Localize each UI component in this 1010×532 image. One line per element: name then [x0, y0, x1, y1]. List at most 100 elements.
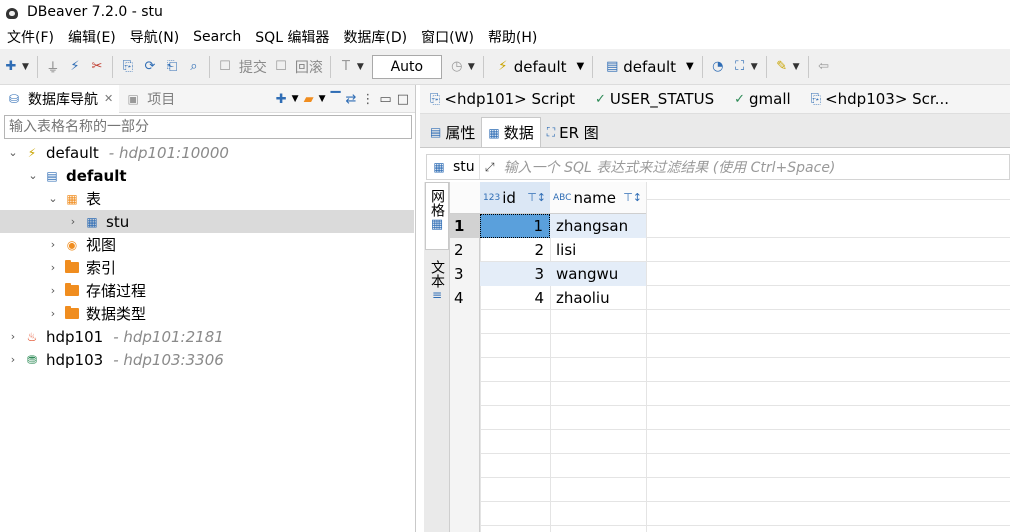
- menu-edit[interactable]: 编辑(E): [61, 27, 123, 47]
- chevron-right-icon[interactable]: ›: [66, 215, 80, 228]
- new-folder-icon[interactable]: ▰: [304, 92, 314, 107]
- schema-selector[interactable]: ▤ default ▼: [601, 56, 694, 78]
- tree-item-label: default: [46, 143, 99, 162]
- new-connection-icon[interactable]: ✚: [276, 92, 287, 107]
- chevron-right-icon[interactable]: ›: [46, 261, 60, 274]
- tree-item-conn-hdp103[interactable]: › ⛃ hdp103 - hdp103:3306: [0, 348, 414, 371]
- tools-icon[interactable]: ✎: [771, 56, 793, 78]
- rollback-icon[interactable]: ☐: [270, 56, 292, 78]
- commit-button[interactable]: 提交: [239, 57, 267, 77]
- row-number[interactable]: 2: [450, 238, 480, 262]
- chevron-right-icon[interactable]: ›: [46, 238, 60, 251]
- rollback-button[interactable]: 回滚: [295, 57, 323, 77]
- tree-item-table-stu[interactable]: › ▦ stu: [0, 210, 414, 233]
- connect-icon[interactable]: ⚡: [64, 56, 86, 78]
- new-connection-dropdown-icon[interactable]: ▼: [292, 94, 299, 104]
- tab-properties[interactable]: ▤ 属性: [424, 117, 481, 147]
- new-connection-icon[interactable]: ✚: [0, 56, 22, 78]
- chevron-right-icon[interactable]: ›: [6, 353, 20, 366]
- network-icon[interactable]: ⛶: [729, 56, 751, 78]
- chevron-right-icon[interactable]: ›: [6, 330, 20, 343]
- tab-grid-view[interactable]: 网格 ▦: [425, 182, 449, 250]
- new-connection-dropdown-icon[interactable]: ▼: [22, 62, 29, 72]
- tree-item-conn-hdp101[interactable]: › ♨ hdp101 - hdp101:2181: [0, 325, 414, 348]
- filter-sort-icon[interactable]: ⊤↕: [623, 191, 642, 204]
- column-name: name: [573, 188, 617, 207]
- column-header-id[interactable]: 123 id ⊤↕: [480, 182, 550, 214]
- datasource-selector[interactable]: ⚡ default ▼: [492, 56, 584, 78]
- find-sql-icon[interactable]: ⌕: [183, 56, 205, 78]
- view-menu-icon[interactable]: ⋮: [361, 92, 374, 107]
- tree-item-schema-default[interactable]: ⌄ ▤ default: [0, 164, 414, 187]
- menu-help[interactable]: 帮助(H): [481, 27, 544, 47]
- tab-text-view[interactable]: 文本 ≡: [425, 254, 449, 314]
- filter-expression-input[interactable]: 输入一个 SQL 表达式来过滤结果 (使用 Ctrl+Space): [504, 157, 836, 177]
- tools-dropdown-icon[interactable]: ▼: [793, 62, 800, 72]
- disconnect-icon[interactable]: ✂: [86, 56, 108, 78]
- row-number[interactable]: 4: [450, 286, 480, 310]
- collapse-all-icon[interactable]: ▔: [331, 92, 341, 107]
- history-icon[interactable]: ◷: [446, 56, 468, 78]
- menu-window[interactable]: 窗口(W): [414, 27, 481, 47]
- tree-item-indexes[interactable]: › 索引: [0, 256, 414, 279]
- new-script-icon[interactable]: ⎗: [161, 56, 183, 78]
- back-icon[interactable]: ⇦: [813, 56, 835, 78]
- cell-name[interactable]: zhaoliu: [550, 286, 646, 310]
- network-dropdown-icon[interactable]: ▼: [751, 62, 758, 72]
- cell-name[interactable]: wangwu: [550, 262, 646, 286]
- history-dropdown-icon[interactable]: ▼: [468, 62, 475, 72]
- row-number[interactable]: 3: [450, 262, 480, 286]
- tab-label: 数据: [503, 124, 534, 142]
- table-filter-input[interactable]: [4, 115, 412, 139]
- tab-hdp103-script[interactable]: ⎘ <hdp103> Scr...: [801, 85, 959, 114]
- tree-item-tables[interactable]: ⌄ ▦ 表: [0, 187, 414, 210]
- plug-icon[interactable]: ⏚: [42, 56, 64, 78]
- tab-database-navigator[interactable]: ⛁ 数据库导航 ✕: [0, 84, 120, 113]
- transaction-mode-dropdown-icon[interactable]: ▼: [357, 62, 364, 72]
- menu-file[interactable]: 文件(F): [0, 27, 61, 47]
- tree-item-datatypes[interactable]: › 数据类型: [0, 302, 414, 325]
- sql-editor-icon[interactable]: ⎘: [117, 56, 139, 78]
- cell-id[interactable]: 3: [480, 262, 550, 286]
- cell-name[interactable]: zhangsan: [550, 214, 646, 238]
- tree-item-conn-default[interactable]: ⌄ ⚡ default - hdp101:10000: [0, 141, 414, 164]
- new-folder-dropdown-icon[interactable]: ▼: [319, 94, 326, 104]
- tab-projects[interactable]: ▣ 项目: [119, 85, 181, 113]
- tab-er-diagram[interactable]: ⛶ ER 图: [541, 117, 605, 147]
- chevron-down-icon[interactable]: ⌄: [26, 169, 40, 182]
- menu-sql-editor[interactable]: SQL 编辑器: [248, 27, 336, 47]
- transaction-mode-icon[interactable]: T: [335, 56, 357, 78]
- commit-icon[interactable]: ☐: [214, 56, 236, 78]
- tree-item-procedures[interactable]: › 存储过程: [0, 279, 414, 302]
- chevron-down-icon[interactable]: ⌄: [6, 146, 20, 159]
- cell-id[interactable]: 1: [480, 214, 550, 238]
- menu-database[interactable]: 数据库(D): [336, 27, 414, 47]
- row-number[interactable]: 1: [450, 214, 480, 238]
- tab-gmall[interactable]: ✓ gmall: [724, 85, 801, 114]
- menu-search[interactable]: Search: [186, 29, 248, 45]
- toolbar-divider: [765, 55, 767, 78]
- expand-filter-icon[interactable]: ⤢: [480, 160, 500, 175]
- close-icon[interactable]: ✕: [104, 92, 113, 105]
- tab-hdp101-script[interactable]: ⎘ <hdp101> Script: [420, 85, 585, 114]
- open-sql-script-icon[interactable]: ⟳: [139, 56, 161, 78]
- tree-item-label: 索引: [86, 259, 117, 277]
- transaction-mode-field[interactable]: Auto: [371, 54, 442, 79]
- minimize-icon[interactable]: ▭: [379, 92, 391, 107]
- cell-id[interactable]: 2: [480, 238, 550, 262]
- chevron-right-icon[interactable]: ›: [46, 284, 60, 297]
- link-with-editor-icon[interactable]: ⇄: [346, 92, 357, 107]
- maximize-icon[interactable]: □: [397, 92, 409, 107]
- dashboard-icon[interactable]: ◔: [707, 56, 729, 78]
- tab-user-status[interactable]: ✓ USER_STATUS: [585, 85, 724, 114]
- filter-table-selector[interactable]: ▦ stu: [427, 155, 480, 179]
- column-header-name[interactable]: ABC name ⊤↕: [550, 182, 646, 214]
- menu-navigate[interactable]: 导航(N): [123, 27, 186, 47]
- tree-item-views[interactable]: › ◉ 视图: [0, 233, 414, 256]
- cell-name[interactable]: lisi: [550, 238, 646, 262]
- filter-sort-icon[interactable]: ⊤↕: [527, 191, 546, 204]
- cell-id[interactable]: 4: [480, 286, 550, 310]
- chevron-down-icon[interactable]: ⌄: [46, 192, 60, 205]
- chevron-right-icon[interactable]: ›: [46, 307, 60, 320]
- tab-data[interactable]: ▦ 数据: [481, 117, 541, 147]
